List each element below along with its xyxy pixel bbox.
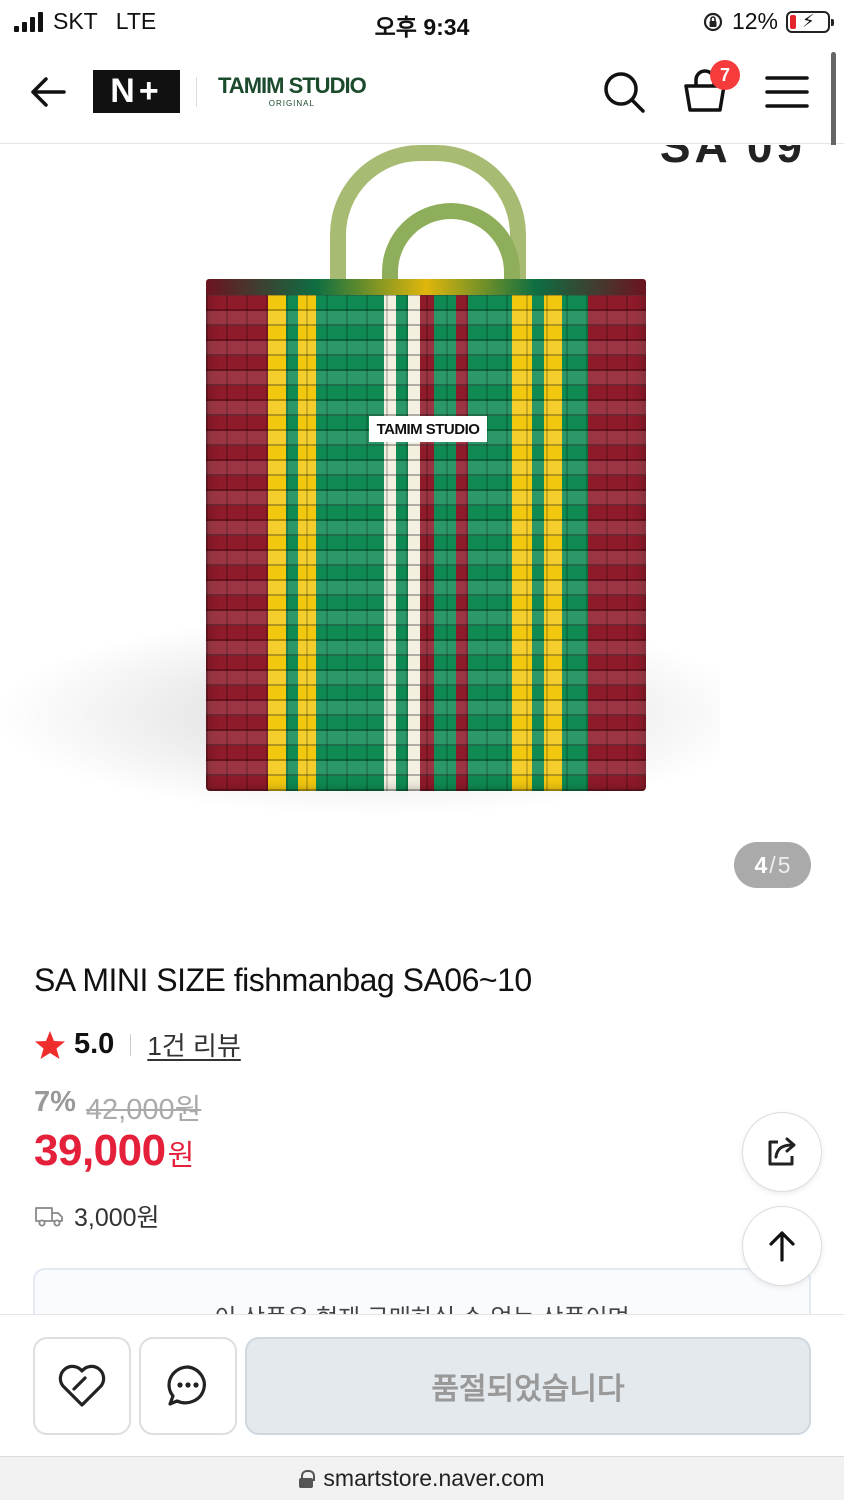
status-bar: SKT LTE 오후 9:34 12% ⚡ <box>0 0 844 44</box>
delivery-truck-icon <box>35 1207 63 1227</box>
original-price: 42,000원 <box>85 1094 202 1126</box>
review-count-link[interactable]: 1건 리뷰 <box>147 1026 240 1063</box>
brand-name: TAMIM STUDIO <box>218 73 367 98</box>
image-counter: 4 / 5 <box>734 842 811 888</box>
star-icon <box>35 1030 65 1059</box>
price-value: 39,000 <box>34 1126 166 1175</box>
talk-chat-button[interactable] <box>139 1337 237 1435</box>
share-icon <box>768 1137 796 1166</box>
battery-percent: 12% <box>731 8 778 34</box>
discount-row: 7% 42,000원 <box>34 1086 201 1128</box>
bag-rim <box>206 279 646 295</box>
top-navigation: N+ TAMIM STUDIO ORIGINAL 7 <box>0 44 844 144</box>
bag-weave-pattern <box>206 283 646 791</box>
rating-row: 5.0 1건 리뷰 <box>34 1026 241 1063</box>
hamburger-menu-icon[interactable] <box>764 74 810 110</box>
bag-brand-label: TAMIM STUDIO <box>369 416 487 442</box>
brand-sub: ORIGINAL <box>268 99 315 108</box>
cart-count-badge: 7 <box>710 60 740 90</box>
chat-bubble-icon <box>167 1365 206 1406</box>
brand-logo[interactable]: TAMIM STUDIO ORIGINAL <box>218 73 367 108</box>
url-text: smartstore.naver.com <box>323 1465 545 1491</box>
sold-out-button[interactable]: 품절되었습니다 <box>245 1337 811 1435</box>
product-title: SA MINI SIZE fishmanbag SA06~10 <box>34 962 532 998</box>
rating-divider <box>130 1033 132 1056</box>
shipping-info: 3,000원 <box>34 1198 160 1234</box>
image-corner-text: SA 09 <box>659 145 806 172</box>
image-counter-total: 5 <box>777 851 791 878</box>
status-right: 12% ⚡ <box>702 8 834 35</box>
battery-icon: ⚡ <box>786 10 834 33</box>
heart-icon <box>58 1364 106 1407</box>
sale-price: 39,000 원 <box>34 1126 194 1176</box>
product-image-gallery[interactable]: SA 09 TAMIM STUDIO 4 / 5 <box>0 145 844 925</box>
bottom-action-bar: 품절되었습니다 <box>0 1314 844 1456</box>
back-arrow-icon[interactable] <box>26 70 70 114</box>
nplus-logo[interactable]: N+ <box>93 70 180 113</box>
arrow-up-icon <box>769 1231 795 1262</box>
share-button[interactable] <box>742 1112 822 1192</box>
price-unit: 원 <box>167 1140 195 1172</box>
shipping-fee: 3,000원 <box>74 1204 160 1232</box>
wishlist-button[interactable] <box>33 1337 131 1435</box>
discount-rate: 7% <box>34 1086 76 1118</box>
image-counter-separator: / <box>769 851 776 878</box>
browser-url-bar[interactable]: smartstore.naver.com <box>0 1456 844 1500</box>
rating-score: 5.0 <box>74 1028 115 1060</box>
scroll-to-top-button[interactable] <box>742 1206 822 1286</box>
header-divider <box>196 77 197 107</box>
search-icon[interactable] <box>600 68 648 116</box>
orientation-lock-icon <box>703 12 723 31</box>
image-counter-current: 4 <box>754 851 768 878</box>
lock-icon <box>299 1469 316 1488</box>
